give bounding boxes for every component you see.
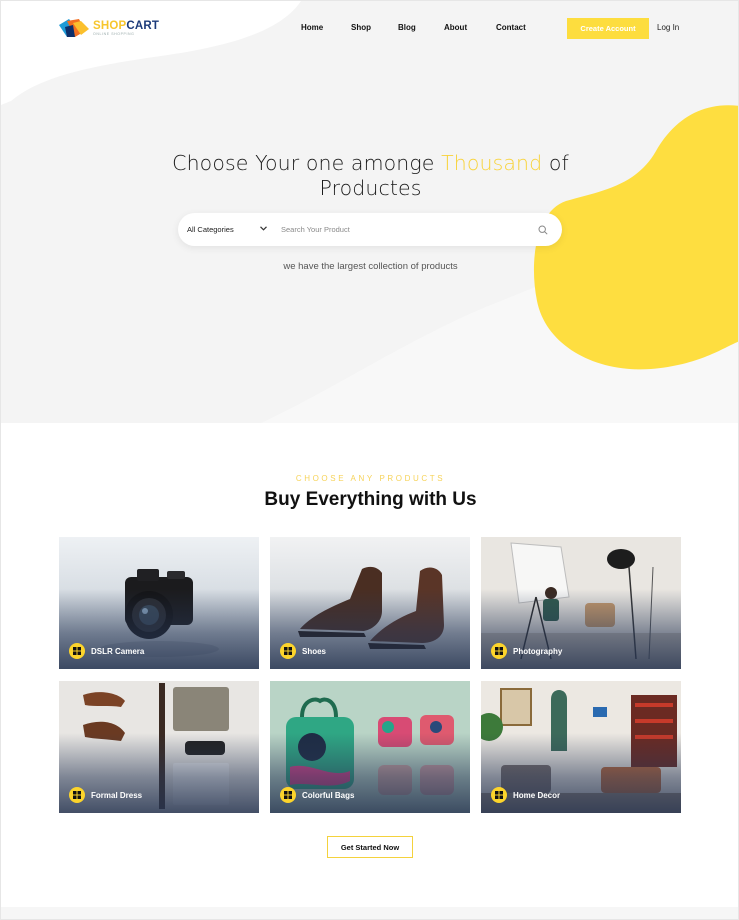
section-title: Buy Everything with Us [264,489,477,510]
category-card-photography[interactable]: Photography [481,537,681,669]
main-nav: Home Shop Blog About Contact [301,23,546,32]
nav-contact[interactable]: Contact [496,23,546,32]
windows-grid-icon [69,643,85,659]
category-select[interactable]: All Categories [178,225,275,234]
category-label: DSLR Camera [91,646,145,656]
login-link[interactable]: Log In [657,23,679,32]
hero-shapes [1,1,738,423]
brand-logo[interactable]: SHOPCART ONLINE SHOPPING [57,17,159,39]
hero-title-highlight: Thousand [441,151,543,175]
get-started-button[interactable]: Get Started Now [327,836,413,858]
create-account-button[interactable]: Create Account [567,18,649,39]
category-label: Photography [513,646,563,656]
category-card-shoes[interactable]: Shoes [270,537,470,669]
search-icon[interactable] [530,213,556,246]
nav-home[interactable]: Home [301,23,351,32]
category-label: Home Decor [513,790,561,800]
category-card-dslr-camera[interactable]: DSLR Camera [59,537,259,669]
brand-name: SHOPCART [93,19,160,32]
nav-blog[interactable]: Blog [398,23,444,32]
category-card-colorful-bags[interactable]: Colorful Bags [270,681,470,813]
windows-grid-icon [69,787,85,803]
category-label: Shoes [302,646,327,656]
category-card-formal-dress[interactable]: Formal Dress [59,681,259,813]
logo-icon [57,17,91,39]
windows-grid-icon [280,787,296,803]
hero-subtitle: we have the largest collection of produc… [283,261,458,272]
nav-shop[interactable]: Shop [351,23,398,32]
chevron-down-icon [260,226,267,233]
category-label: Formal Dress [91,790,143,800]
category-select-value: All Categories [187,225,234,234]
category-card-home-decor[interactable]: Home Decor [481,681,681,813]
nav-about[interactable]: About [444,23,496,32]
hero-background [1,1,738,423]
windows-grid-icon [280,643,296,659]
search-bar: All Categories [178,213,562,246]
hero-title: Choose Your one amonge Thousand of Produ… [172,151,569,200]
footer-strip [1,907,738,919]
page: SHOPCART ONLINE SHOPPING Home Shop Blog … [0,0,739,920]
windows-grid-icon [491,643,507,659]
brand-tagline: ONLINE SHOPPING [93,31,135,36]
category-label: Colorful Bags [302,790,355,800]
section-eyebrow: CHOOSE ANY PRODUCTS [295,474,446,483]
search-input[interactable] [275,225,530,234]
windows-grid-icon [491,787,507,803]
